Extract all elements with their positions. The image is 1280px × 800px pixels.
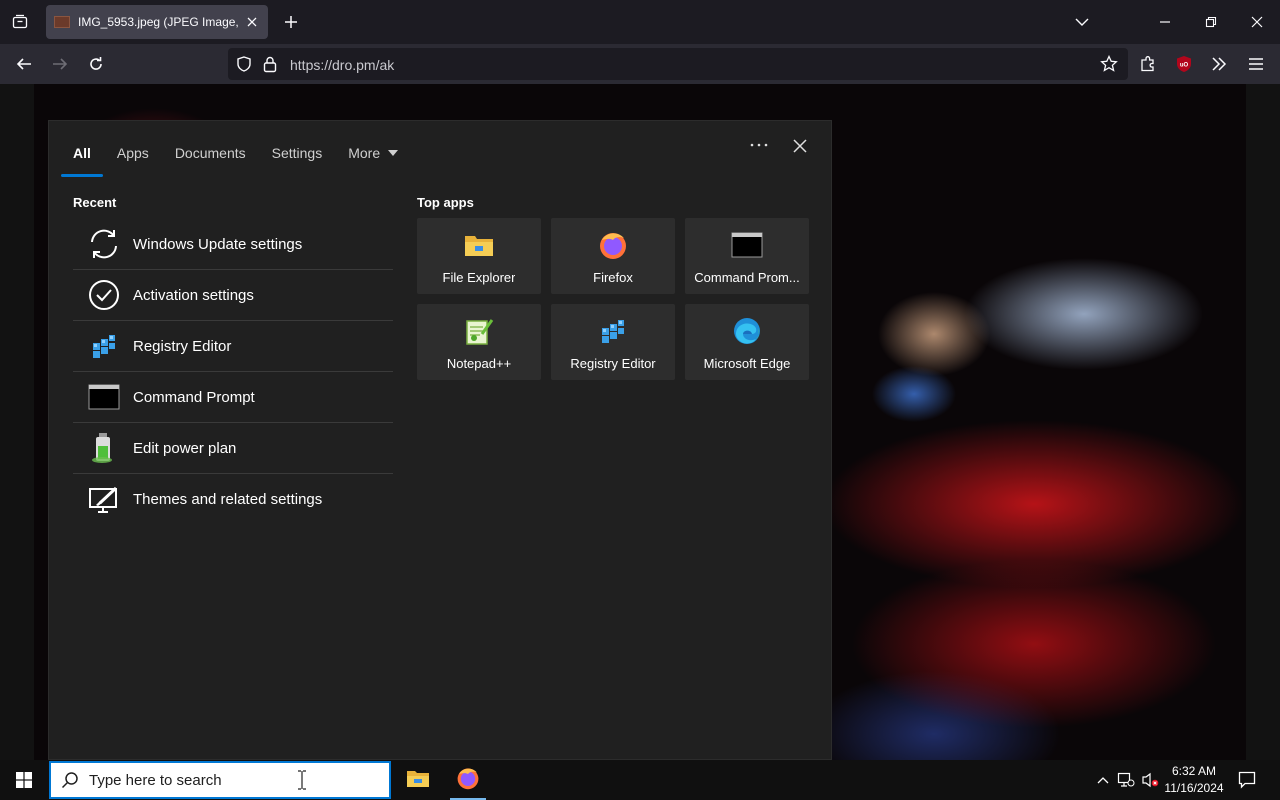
app-tile-registry-editor[interactable]: Registry Editor [551,304,675,380]
themes-icon [87,483,121,517]
more-options-ellipsis-icon[interactable] [749,135,769,155]
new-tab-plus-icon[interactable] [279,10,303,34]
tab-close-icon[interactable] [244,14,260,30]
taskbar-clock[interactable]: 6:32 AM 11/16/2024 [1158,763,1230,797]
close-window-icon[interactable] [1242,8,1272,36]
tab-settings-label: Settings [271,145,323,161]
lock-icon[interactable] [262,55,278,78]
search-filter-tabs: All Apps Documents Settings More [61,133,424,177]
recent-title: Recent [73,195,117,210]
close-panel-icon[interactable] [789,135,811,157]
volume-muted-icon[interactable] [1140,770,1160,790]
recent-item-label: Command Prompt [133,388,255,406]
recent-item-label: Themes and related settings [133,491,323,508]
taskbar: 6:32 AM 11/16/2024 [0,760,1280,800]
recent-item-activation[interactable]: Activation settings [73,270,393,321]
app-tile-file-explorer[interactable]: File Explorer [417,218,541,294]
text-cursor-ibeam-icon [297,770,307,795]
check-circle-icon [87,278,121,312]
app-label: Firefox [593,270,633,285]
browser-nav-bar: https://dro.pm/ak uO [0,44,1280,84]
app-label: Registry Editor [570,356,656,371]
clock-time: 6:32 AM [1171,764,1217,778]
recent-item-label: Registry Editor [133,337,232,355]
recent-item-command-prompt[interactable]: Command Prompt [73,372,393,423]
clock-date: 11/16/2024 [1164,781,1224,795]
browser-tab-bar: IMG_5953.jpeg (JPEG Image, 15 [0,0,1280,44]
recent-item-label: Activation settings [133,286,254,304]
shield-icon[interactable] [236,56,252,77]
star-icon[interactable] [1100,54,1118,78]
tab-documents[interactable]: Documents [175,133,246,173]
network-disconnected-icon[interactable] [1116,770,1136,790]
tab-more-label: More [348,145,381,161]
recent-item-label: Edit power plan [133,439,237,457]
recent-item-windows-update[interactable]: Windows Update settings [73,219,393,270]
svg-text:uO: uO [1180,63,1189,69]
caret-down-icon [388,150,399,156]
firefox-icon [597,230,629,260]
minimize-icon[interactable] [1150,8,1180,36]
app-label: Command Prom... [694,270,800,285]
show-hidden-icons-chevron-icon[interactable] [1093,770,1113,790]
back-arrow-icon[interactable] [12,52,36,76]
top-apps-grid: File Explorer Firefox Command Prom... No… [417,218,811,380]
app-tile-microsoft-edge[interactable]: Microsoft Edge [685,304,809,380]
taskbar-file-explorer[interactable] [394,760,442,800]
search-icon [51,771,89,789]
taskbar-search-box[interactable] [49,761,391,799]
cmd-icon [87,380,121,414]
registry-icon [87,329,121,363]
app-tile-command-prompt[interactable]: Command Prom... [685,218,809,294]
notepadpp-icon [463,316,495,346]
tab-all[interactable]: All [61,133,103,177]
tab-documents-label: Documents [174,145,246,161]
notification-center-icon[interactable] [1234,768,1260,792]
edge-icon [731,316,763,346]
top-apps-title: Top apps [417,195,474,210]
windows-search-panel: All Apps Documents Settings More Recent … [48,120,832,760]
app-tile-notepad-plus-plus[interactable]: Notepad++ [417,304,541,380]
app-label: Microsoft Edge [703,356,791,371]
tab-all-label: All [73,145,91,161]
cmd-icon [731,230,763,260]
app-label: File Explorer [442,270,516,285]
taskbar-firefox[interactable] [444,760,492,800]
sync-icon [87,227,121,261]
tab-apps-label: Apps [116,145,149,161]
folder-icon [463,230,495,260]
recent-item-themes[interactable]: Themes and related settings [73,474,393,525]
windows-start-icon[interactable] [0,760,48,800]
tab-list-icon[interactable] [8,10,32,34]
ublock-icon[interactable]: uO [1172,52,1196,76]
battery-icon [87,431,121,465]
reload-icon[interactable] [84,52,108,76]
recent-item-label: Windows Update settings [133,235,303,253]
browser-tab[interactable]: IMG_5953.jpeg (JPEG Image, 15 [46,5,268,39]
url-bar[interactable]: https://dro.pm/ak [228,48,1128,80]
recent-item-registry-editor[interactable]: Registry Editor [73,321,393,372]
tab-more[interactable]: More [348,133,399,173]
registry-icon [597,316,629,346]
taskbar-search-input[interactable] [89,771,289,789]
tab-apps[interactable]: Apps [117,133,149,173]
image-favicon-icon [54,16,70,28]
forward-arrow-icon[interactable] [48,52,72,76]
app-tile-firefox[interactable]: Firefox [551,218,675,294]
tab-settings[interactable]: Settings [272,133,323,173]
app-label: Notepad++ [446,356,512,371]
recent-list: Windows Update settings Activation setti… [73,219,393,525]
restore-icon[interactable] [1196,8,1226,36]
url-text[interactable]: https://dro.pm/ak [290,57,394,73]
hamburger-menu-icon[interactable] [1244,52,1268,76]
puzzle-icon[interactable] [1136,52,1160,76]
tab-overflow-chevron-icon[interactable] [1067,8,1097,36]
double-chevron-icon[interactable] [1207,52,1231,76]
tab-title: IMG_5953.jpeg (JPEG Image, 15 [78,15,240,29]
firefox-icon [456,766,480,795]
folder-icon [406,768,430,793]
recent-item-power-plan[interactable]: Edit power plan [73,423,393,474]
